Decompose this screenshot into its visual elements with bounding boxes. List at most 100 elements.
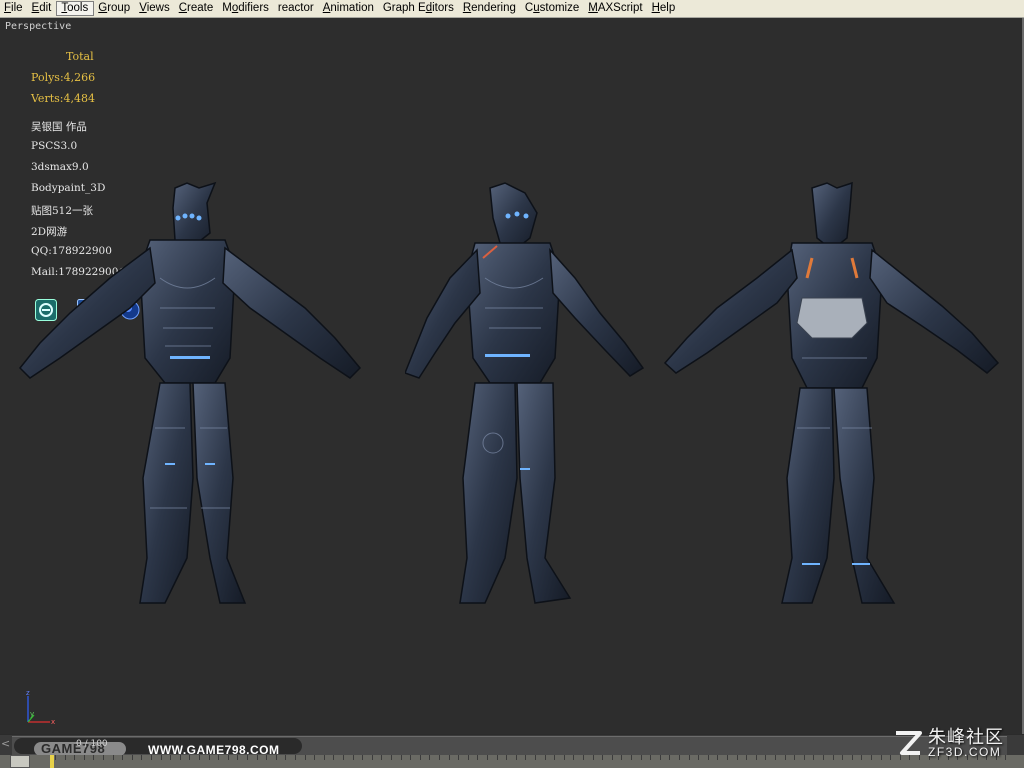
ruler-tick [535, 755, 536, 760]
ruler-tick [554, 755, 556, 760]
ruler-tick [362, 755, 364, 760]
menu-item-modifiers[interactable]: Modifiers [218, 1, 274, 16]
ruler-tick [208, 755, 210, 760]
ruler-tick [583, 755, 584, 760]
ruler-tick [64, 755, 66, 760]
ruler-tick [813, 755, 815, 760]
ruler-tick [765, 755, 767, 760]
ruler-tick [400, 755, 402, 760]
ruler-tick [496, 755, 498, 760]
ruler-tick [256, 755, 258, 760]
menu-item-help[interactable]: Help [648, 1, 681, 16]
ruler-tick [55, 755, 56, 760]
ruler-tick [371, 755, 373, 760]
axis-x-label: x [51, 718, 55, 726]
ruler-tick [391, 755, 392, 760]
ruler-tick [467, 755, 469, 760]
axis-gizmo: z y x [26, 690, 55, 726]
menu-item-create[interactable]: Create [175, 1, 219, 16]
ruler-tick [103, 755, 104, 760]
ruler-tick [487, 755, 488, 760]
menu-item-views[interactable]: Views [135, 1, 174, 16]
track-left-arrow-icon[interactable]: < [1, 737, 10, 750]
character-side-view[interactable] [405, 178, 645, 608]
ruler-tick [352, 755, 354, 760]
stats-verts: Verts:4,484 [31, 92, 95, 105]
info-line-photoshop: PSCS3.0 [31, 140, 78, 152]
ruler-tick [151, 755, 152, 760]
menu-item-customize[interactable]: Customize [521, 1, 584, 16]
ruler-tick [506, 755, 508, 760]
ruler-tick [659, 755, 661, 760]
ruler-tick [93, 755, 95, 760]
ruler-tick [131, 755, 133, 760]
ruler-tick [227, 755, 229, 760]
keyframe-marker[interactable] [50, 755, 54, 768]
ruler-tick [727, 755, 728, 760]
ruler-tick [458, 755, 460, 760]
ruler-tick [410, 755, 412, 760]
ruler-tick [650, 755, 652, 760]
ruler-tick [861, 755, 863, 760]
timeline-area: < GAME798 0 / 100 WWW.GAME798.COM [0, 735, 1024, 768]
ruler-tick [160, 755, 162, 760]
stats-total-header: Total [66, 50, 94, 63]
ruler-tick [823, 755, 824, 760]
menu-item-edit[interactable]: Edit [28, 1, 57, 16]
ruler-tick [112, 755, 114, 760]
ruler-tick [525, 755, 527, 760]
perspective-viewport[interactable]: Perspective Total Polys:4,266 Verts:4,48… [0, 18, 1024, 734]
ruler-tick [237, 755, 239, 760]
ruler-tick [515, 755, 517, 760]
ruler-tick [295, 755, 296, 760]
ruler-tick [343, 755, 344, 760]
axis-y-label: y [30, 710, 34, 718]
ruler-tick [755, 755, 757, 760]
ruler-tick [439, 755, 440, 760]
ruler-tick [621, 755, 623, 760]
ruler-tick [880, 755, 882, 760]
ruler-tick [179, 755, 181, 760]
ruler-tick [736, 755, 738, 760]
menu-item-group[interactable]: Group [94, 1, 135, 16]
ruler-tick [448, 755, 450, 760]
time-slider[interactable]: GAME798 0 / 100 WWW.GAME798.COM [14, 738, 302, 757]
menu-item-animation[interactable]: Animation [319, 1, 379, 16]
ruler-tick [122, 755, 124, 760]
menu-item-file[interactable]: File [0, 1, 28, 16]
menu-item-tools[interactable]: Tools [56, 1, 95, 16]
stats-polys: Polys:4,266 [31, 71, 96, 84]
ruler-tick [775, 755, 776, 760]
ruler-tick [266, 755, 268, 760]
ruler-tick [275, 755, 277, 760]
ruler-tick [611, 755, 613, 760]
key-mode-button[interactable] [10, 755, 30, 768]
menu-item-reactor[interactable]: reactor [274, 1, 319, 16]
axis-z-label: z [26, 690, 30, 697]
ruler-tick [285, 755, 287, 760]
ruler-tick [218, 755, 220, 760]
viewport-label[interactable]: Perspective [5, 21, 71, 32]
ruler-tick [573, 755, 575, 760]
info-line-author: 吴银国 作品 [31, 121, 87, 133]
character-back-view[interactable] [662, 178, 1002, 608]
ruler-tick [199, 755, 200, 760]
ruler-tick [679, 755, 680, 760]
ruler-tick [803, 755, 805, 760]
watermark-en: ZF3D.COM [928, 745, 1002, 759]
ruler-tick [141, 755, 143, 760]
ruler-tick [563, 755, 565, 760]
ruler-tick [794, 755, 796, 760]
ruler-tick [74, 755, 76, 760]
menu-item-maxscript[interactable]: MAXScript [584, 1, 647, 16]
ruler-tick [429, 755, 431, 760]
ruler-tick [832, 755, 834, 760]
ruler-tick [784, 755, 786, 760]
ruler-tick [707, 755, 709, 760]
menu-item-rendering[interactable]: Rendering [459, 1, 521, 16]
frame-ruler[interactable] [0, 755, 1024, 768]
menu-item-graph-editors[interactable]: Graph Editors [379, 1, 459, 16]
ruler-tick [189, 755, 191, 760]
frame-counter: 0 / 100 [76, 739, 108, 749]
character-front-view[interactable] [15, 178, 367, 608]
